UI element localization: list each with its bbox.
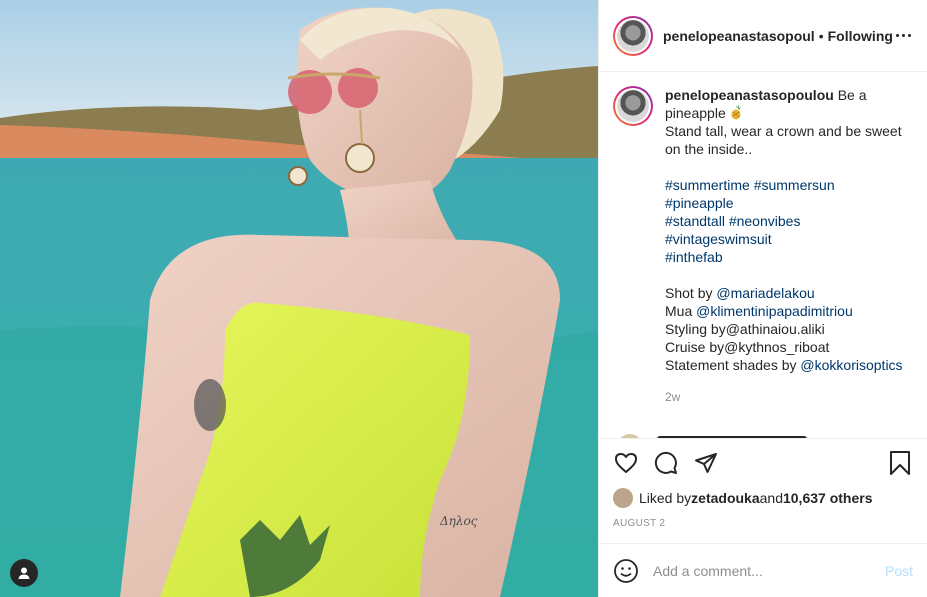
post-modal: Δηλος penelopeanastasopoul • Following p…: [0, 0, 927, 597]
caption-username[interactable]: penelopeanastasopoulou: [665, 87, 834, 103]
share-button[interactable]: [693, 450, 719, 476]
heart-icon: [615, 453, 637, 473]
mention-link[interactable]: @mariadelakou: [716, 285, 814, 301]
header-separator: •: [818, 27, 824, 44]
post-date[interactable]: AUGUST 2: [613, 515, 913, 543]
post-header: penelopeanastasopoul • Following: [599, 0, 927, 72]
mention-link[interactable]: @kokkorisoptics: [800, 357, 902, 373]
caption-text-part: Be a: [833, 87, 867, 103]
mention-link[interactable]: @klimentinipapadimitriou: [696, 303, 853, 319]
credit-text: Styling by@athinaiou.aliki: [665, 321, 825, 337]
save-button[interactable]: [887, 450, 913, 476]
caption-avatar[interactable]: [613, 86, 653, 126]
hashtag-link[interactable]: #pineapple: [665, 195, 734, 211]
pineapple-emoji-icon: [731, 104, 741, 120]
action-icon-row: [613, 439, 913, 487]
more-icon: [896, 34, 900, 37]
comment-icon: [654, 451, 677, 474]
hashtag-link[interactable]: #standtall: [665, 213, 725, 229]
avatar: [617, 19, 649, 52]
post-actions: Liked by zetadouka and 10,637 others AUG…: [599, 438, 927, 543]
user-tag-icon: [18, 567, 30, 579]
comment-preview: [657, 436, 807, 438]
hashtag-link[interactable]: #inthefab: [665, 249, 723, 265]
more-options-button[interactable]: [893, 24, 915, 48]
caption-timestamp[interactable]: 2w: [665, 388, 911, 406]
credit-text: Statement shades by: [665, 357, 801, 373]
comment-avatar[interactable]: [617, 434, 643, 438]
hashtag-link[interactable]: #neonvibes: [729, 213, 801, 229]
hashtag-link[interactable]: #summertime: [665, 177, 750, 193]
hashtag-link[interactable]: #summersun: [754, 177, 835, 193]
comment-button[interactable]: [653, 450, 679, 476]
likes-prefix: Liked by: [639, 490, 692, 506]
caption-line: Stand tall, wear a crown and be sweet: [665, 123, 902, 139]
post-image: Δηλος: [0, 0, 598, 597]
bookmark-icon: [890, 451, 910, 475]
liker-username[interactable]: zetadouka: [691, 490, 759, 506]
caption: penelopeanastasopoulou Be a pineapple St…: [613, 86, 913, 406]
caption-text: penelopeanastasopoulou Be a pineapple St…: [665, 86, 911, 406]
svg-text:Δηλος: Δηλος: [439, 514, 478, 528]
liker-avatar[interactable]: [613, 488, 633, 508]
post-photo[interactable]: Δηλος: [0, 0, 598, 597]
post-sidebar: penelopeanastasopoul • Following penelop…: [598, 0, 927, 597]
credit-text: Cruise by@kythnos_riboat: [665, 339, 830, 355]
comments-section: penelopeanastasopoulou Be a pineapple St…: [599, 72, 927, 438]
following-button[interactable]: Following: [828, 28, 893, 44]
caption-text-part: pineapple: [665, 105, 730, 121]
likes-count[interactable]: 10,637 others: [783, 490, 873, 506]
likes-middle: and: [759, 490, 783, 506]
credit-text: Shot by: [665, 285, 717, 301]
hashtag-link[interactable]: #vintageswimsuit: [665, 231, 772, 247]
header-avatar[interactable]: [613, 15, 653, 56]
share-icon: [695, 453, 717, 473]
comment-input[interactable]: [653, 562, 885, 579]
likes-summary: Liked by zetadouka and 10,637 others: [613, 487, 913, 509]
credit-text: Mua: [665, 303, 697, 319]
post-comment-button[interactable]: Post: [885, 563, 913, 579]
smiley-icon[interactable]: [613, 558, 639, 584]
add-comment-bar: Post: [599, 543, 927, 597]
user-tag-button[interactable]: [10, 559, 38, 587]
caption-line: on the inside..: [665, 141, 753, 157]
header-username[interactable]: penelopeanastasopoul: [663, 28, 815, 44]
like-button[interactable]: [613, 450, 639, 476]
avatar: [617, 90, 649, 122]
